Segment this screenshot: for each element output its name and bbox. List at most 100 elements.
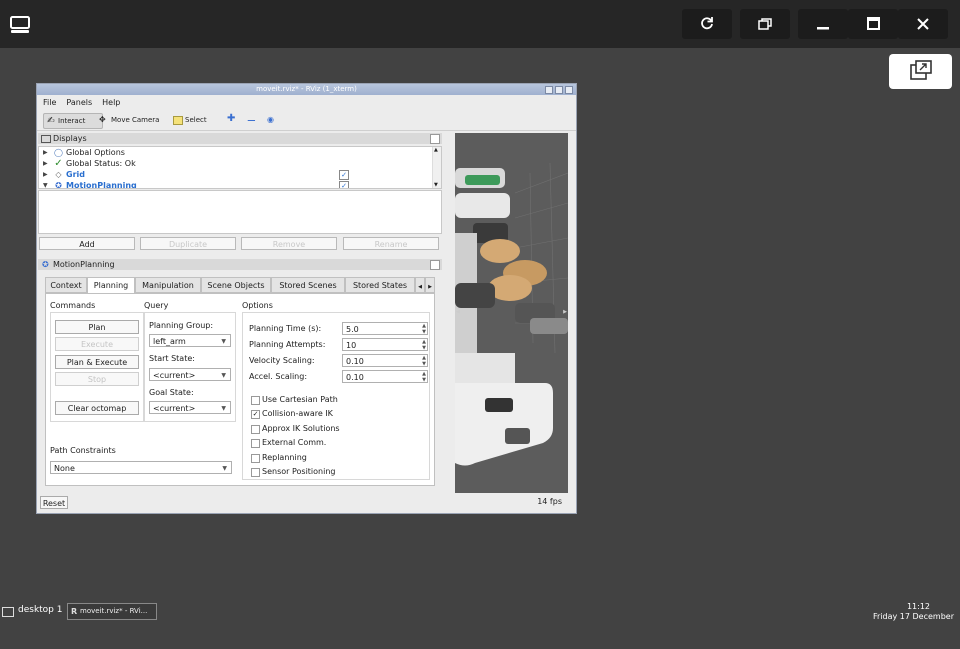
spin-arrows-icon[interactable]: ▲ ▼ <box>422 371 426 383</box>
rename-button[interactable]: Rename <box>343 237 439 250</box>
remove-button[interactable]: Remove <box>241 237 337 250</box>
status-bar: Reset 14 fps <box>37 494 576 513</box>
window-minimize-icon[interactable] <box>545 86 553 94</box>
add-button[interactable]: Add <box>39 237 135 250</box>
clear-octomap-button[interactable]: Clear octomap <box>55 401 139 415</box>
menu-panels[interactable]: Panels <box>66 96 92 109</box>
approx-ik-checkbox[interactable]: Approx IK Solutions <box>251 424 340 434</box>
expand-arrow-icon[interactable]: ▶ <box>43 147 48 158</box>
tab-stored-states[interactable]: Stored States <box>345 277 415 293</box>
external-comm-checkbox[interactable]: External Comm. <box>251 438 326 448</box>
velocity-scaling-input[interactable]: 0.10 ▲ ▼ <box>342 354 428 367</box>
desktop-label[interactable]: desktop 1 <box>18 605 63 615</box>
tab-context[interactable]: Context <box>45 277 87 293</box>
spin-arrows-icon[interactable]: ▲ ▼ <box>422 339 426 351</box>
close-button[interactable] <box>898 9 948 39</box>
plan-and-execute-button[interactable]: Plan & Execute <box>55 355 139 369</box>
collapse-arrow-icon[interactable]: ▼ <box>43 180 48 188</box>
tab-scroll-right[interactable]: ▶ <box>425 277 435 293</box>
desktop-switcher-icon[interactable] <box>2 607 14 617</box>
tree-item-global-options[interactable]: ▶ ◯ Global Options <box>39 147 429 158</box>
scroll-up-icon[interactable]: ▲ <box>434 147 438 153</box>
refresh-button[interactable] <box>682 9 732 39</box>
menu-file[interactable]: File <box>43 96 56 109</box>
checkbox-box[interactable] <box>251 468 260 477</box>
checkbox-box[interactable] <box>251 396 260 405</box>
tree-item-motionplanning[interactable]: ▼ ✪ MotionPlanning ✓ <box>39 180 429 188</box>
tool-bar: ✍ Interact ✥ Move Camera Select ✚ ⚊ ◉ <box>37 110 576 131</box>
select-label: Select <box>185 116 207 124</box>
grid-enabled-checkbox[interactable]: ✓ <box>339 170 349 180</box>
checkbox-box[interactable] <box>251 454 260 463</box>
planning-attempts-input[interactable]: 10 ▲ ▼ <box>342 338 428 351</box>
collision-aware-ik-checkbox[interactable]: Collision-aware IK <box>251 409 333 419</box>
restore-window-button[interactable] <box>740 9 790 39</box>
spin-arrows-icon[interactable]: ▲ ▼ <box>422 323 426 335</box>
maximize-button[interactable] <box>848 9 898 39</box>
tab-scene-objects[interactable]: Scene Objects <box>201 277 271 293</box>
tree-item-grid[interactable]: ▶ ◇ Grid ✓ <box>39 169 429 180</box>
reset-button[interactable]: Reset <box>40 496 68 509</box>
displays-undock-icon[interactable] <box>430 134 440 144</box>
tab-manipulation[interactable]: Manipulation <box>135 277 201 293</box>
remove-tool-icon[interactable]: ⚊ <box>247 114 256 124</box>
viewport-collapse-left-icon[interactable]: ◀ <box>456 309 460 315</box>
tree-item-label: Grid <box>66 170 85 179</box>
3d-viewport[interactable]: ◀ ▶ <box>455 133 568 493</box>
window-maximize-icon[interactable] <box>555 86 563 94</box>
hand-icon: ✍ <box>47 116 55 126</box>
popout-icon <box>909 59 932 84</box>
tab-stored-scenes[interactable]: Stored Scenes <box>271 277 345 293</box>
replanning-checkbox[interactable]: Replanning <box>251 453 307 463</box>
spin-arrows-icon[interactable]: ▲ ▼ <box>422 355 426 367</box>
view-tool-icon[interactable]: ◉ <box>267 115 274 125</box>
use-cartesian-path-checkbox[interactable]: Use Cartesian Path <box>251 395 338 405</box>
expand-arrow-icon[interactable]: ▶ <box>43 158 48 169</box>
desktop-icon[interactable] <box>10 16 30 34</box>
taskbar-item-rviz[interactable]: R moveit.rviz* - RVi... <box>67 603 157 620</box>
execute-button[interactable]: Execute <box>55 337 139 351</box>
menu-help[interactable]: Help <box>102 96 120 109</box>
path-constraints-select[interactable]: None ▼ <box>50 461 232 474</box>
scroll-down-icon[interactable]: ▼ <box>434 182 438 188</box>
checkbox-box[interactable] <box>251 425 260 434</box>
checkbox-box[interactable] <box>251 439 260 448</box>
move-camera-tool[interactable]: ✥ Move Camera <box>97 113 173 127</box>
planning-time-input[interactable]: 5.0 ▲ ▼ <box>342 322 428 335</box>
duplicate-button[interactable]: Duplicate <box>140 237 236 250</box>
tab-planning[interactable]: Planning <box>87 277 135 294</box>
move-camera-label: Move Camera <box>111 116 160 124</box>
tree-item-label: Global Status: Ok <box>66 159 136 168</box>
planning-time-label: Planning Time (s): <box>249 324 322 333</box>
commands-title: Commands <box>50 301 96 310</box>
stop-button[interactable]: Stop <box>55 372 139 386</box>
plan-button[interactable]: Plan <box>55 320 139 334</box>
start-state-select[interactable]: <current> ▼ <box>149 368 231 381</box>
add-tool-icon[interactable]: ✚ <box>227 114 235 124</box>
checkbox-box[interactable] <box>251 410 260 419</box>
popout-button[interactable] <box>889 54 952 89</box>
minimize-button[interactable] <box>798 9 848 39</box>
window-titlebar[interactable]: moveit.rviz* - RViz (1_xterm) <box>37 84 576 95</box>
clock-time: 11:12 <box>906 602 930 611</box>
select-tool[interactable]: Select <box>171 113 221 127</box>
tree-item-global-status[interactable]: ▶ ✓ Global Status: Ok <box>39 158 429 169</box>
motionplanning-enabled-checkbox[interactable]: ✓ <box>339 181 349 188</box>
check-icon: ✓ <box>54 158 63 169</box>
goal-state-select[interactable]: <current> ▼ <box>149 401 231 414</box>
tab-scroll-left[interactable]: ◀ <box>415 277 425 293</box>
planning-group-select[interactable]: left_arm ▼ <box>149 334 231 347</box>
window-close-icon[interactable] <box>565 86 573 94</box>
planning-tab-page: Commands Plan Execute Plan & Execute Sto… <box>45 293 435 486</box>
sensor-positioning-checkbox[interactable]: Sensor Positioning <box>251 467 335 477</box>
displays-scrollbar[interactable]: ▲ ▼ <box>432 147 441 188</box>
chevron-down-icon: ▼ <box>221 405 226 412</box>
interact-tool[interactable]: ✍ Interact <box>43 113 103 129</box>
expand-arrow-icon[interactable]: ▶ <box>43 169 48 180</box>
viewport-collapse-right-icon[interactable]: ▶ <box>563 309 567 315</box>
motionplanning-undock-icon[interactable] <box>430 260 440 270</box>
clock-date: Friday 17 December <box>873 612 954 621</box>
planning-group-label: Planning Group: <box>149 321 214 330</box>
accel-scaling-input[interactable]: 0.10 ▲ ▼ <box>342 370 428 383</box>
chevron-down-icon: ▼ <box>221 338 226 345</box>
